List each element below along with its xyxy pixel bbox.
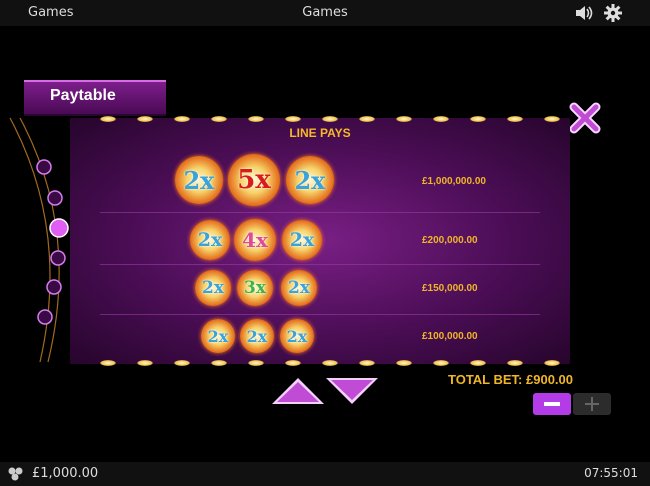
light-bulb: [359, 116, 375, 122]
light-bulb: [100, 360, 116, 366]
marquee-lights: [70, 116, 570, 122]
light-bulb: [285, 116, 301, 122]
multiplier-symbol: 2x: [240, 319, 274, 353]
pay-value: £150,000.00: [422, 283, 478, 294]
page-dot[interactable]: [46, 279, 62, 295]
multiplier-symbol: 5x: [228, 154, 280, 206]
paytable-title: Paytable: [50, 87, 116, 104]
multiplier-symbol: 2x: [201, 319, 235, 353]
page-down-button[interactable]: [324, 376, 380, 406]
light-bulb: [174, 360, 190, 366]
page-dot-active[interactable]: [49, 218, 69, 238]
increase-bet-button[interactable]: [573, 393, 611, 415]
row-divider: [100, 314, 540, 315]
light-bulb: [211, 360, 227, 366]
page-up-button[interactable]: [270, 376, 326, 406]
top-bar: Games Games: [0, 0, 650, 26]
light-bulb: [285, 360, 301, 366]
multiplier-symbol: 3x: [237, 270, 273, 306]
gear-icon[interactable]: [604, 4, 622, 22]
light-bulb: [211, 116, 227, 122]
plus-icon: [585, 397, 599, 411]
light-bulb: [137, 116, 153, 122]
minus-icon: [544, 402, 560, 406]
multiplier-symbol: 2x: [286, 156, 334, 204]
multiplier-symbol: 2x: [175, 156, 223, 204]
light-bulb: [322, 360, 338, 366]
light-bulb: [174, 116, 190, 122]
pay-value: £200,000.00: [422, 235, 478, 246]
multiplier-symbol: 2x: [190, 220, 230, 260]
light-bulb: [507, 116, 523, 122]
light-bulb: [470, 360, 486, 366]
light-bulb: [433, 116, 449, 122]
pay-value: £1,000,000.00: [422, 176, 486, 187]
row-divider: [100, 264, 540, 265]
multiplier-symbol: 4x: [234, 219, 276, 261]
light-bulb: [359, 360, 375, 366]
speaker-icon[interactable]: [574, 4, 594, 22]
light-bulb: [433, 360, 449, 366]
balance: £1,000.00: [32, 466, 99, 481]
line-pays-header: LINE PAYS: [289, 126, 351, 140]
close-icon[interactable]: [568, 101, 602, 135]
light-bulb: [100, 116, 116, 122]
games-title: Games: [302, 5, 348, 20]
light-bulb: [544, 360, 560, 366]
page-dot[interactable]: [47, 190, 63, 206]
multiplier-symbol: 2x: [282, 220, 322, 260]
light-bulb: [137, 360, 153, 366]
bottom-bar: £1,000.00 07:55:01: [0, 462, 650, 486]
page-dot[interactable]: [37, 309, 53, 325]
light-bulb: [470, 116, 486, 122]
page-dot[interactable]: [50, 250, 66, 266]
light-bulb: [507, 360, 523, 366]
light-bulb: [396, 116, 412, 122]
light-bulb: [544, 116, 560, 122]
bet-stepper: [533, 393, 611, 415]
paytable-panel: LINE PAYS 2x 5x 2x £1,000,000.00 2x 4x 2…: [70, 116, 570, 366]
marquee-lights: [70, 360, 570, 366]
light-bulb: [248, 360, 264, 366]
multiplier-symbol: 2x: [195, 270, 231, 306]
pay-value: £100,000.00: [422, 331, 478, 342]
total-bet: TOTAL BET: £900.00: [448, 372, 573, 387]
light-bulb: [322, 116, 338, 122]
multiplier-symbol: 2x: [280, 319, 314, 353]
page-dot[interactable]: [36, 159, 52, 175]
chips-icon: [8, 467, 23, 481]
light-bulb: [396, 360, 412, 366]
multiplier-symbol: 2x: [281, 270, 317, 306]
clock: 07:55:01: [584, 466, 638, 480]
row-divider: [100, 212, 540, 213]
light-bulb: [248, 116, 264, 122]
decrease-bet-button[interactable]: [533, 393, 571, 415]
